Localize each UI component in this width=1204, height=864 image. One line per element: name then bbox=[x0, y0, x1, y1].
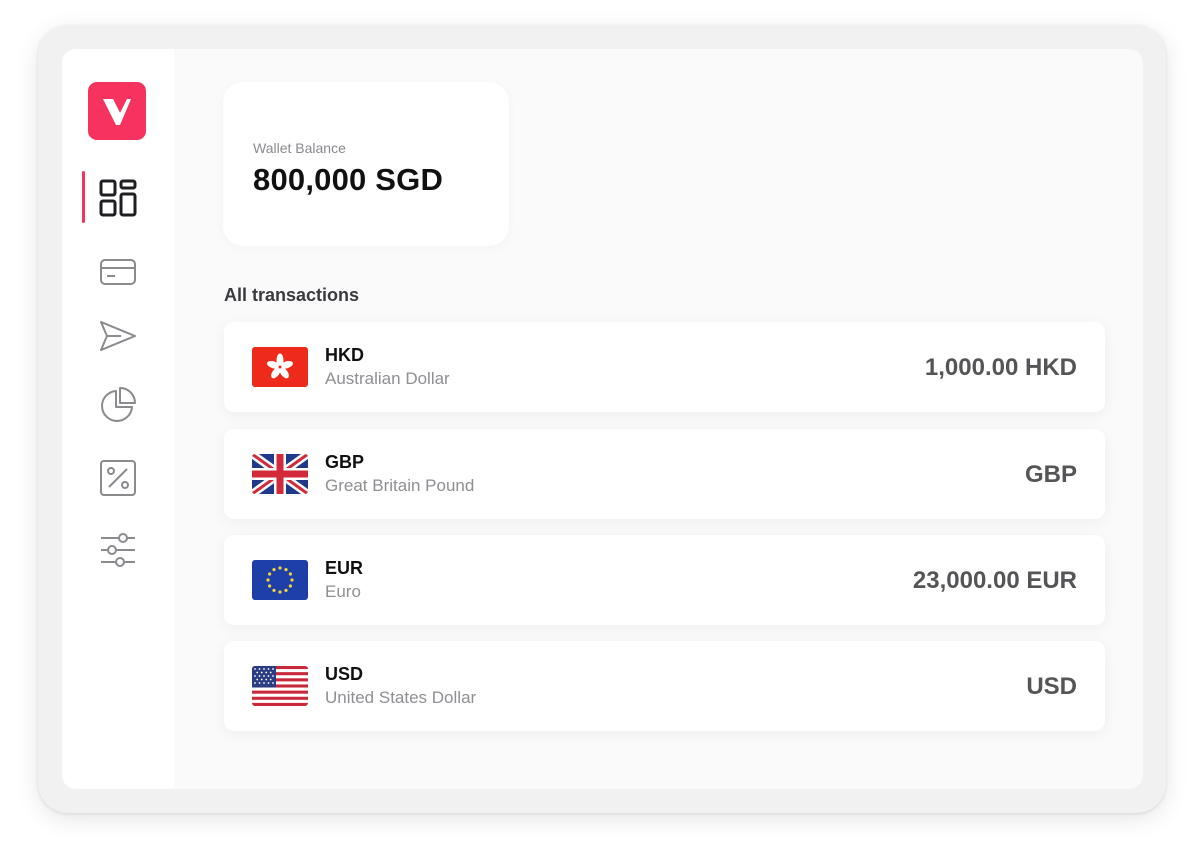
pie-chart-icon bbox=[101, 387, 136, 422]
percent-icon bbox=[100, 460, 136, 496]
currency-name: Great Britain Pound bbox=[325, 476, 475, 495]
nav-analytics[interactable] bbox=[88, 380, 148, 430]
currency-code: USD bbox=[325, 664, 364, 684]
wallet-balance-card: Wallet Balance 800,000 SGD bbox=[223, 82, 509, 246]
app-logo[interactable] bbox=[88, 82, 146, 140]
app-window: Wallet Balance 800,000 SGD All transacti… bbox=[62, 49, 1143, 789]
logo-icon bbox=[103, 99, 131, 125]
currency-code: HKD bbox=[325, 345, 364, 365]
transaction-row[interactable]: EUR Euro 23,000.00 EUR bbox=[224, 535, 1105, 625]
nav-dashboard[interactable] bbox=[88, 173, 148, 223]
nav-send[interactable] bbox=[88, 311, 148, 361]
transaction-amount: 1,000.00 HKD bbox=[924, 354, 1077, 381]
send-icon bbox=[100, 321, 136, 351]
nav-cards[interactable] bbox=[88, 247, 148, 297]
transaction-amount: USD bbox=[1026, 673, 1077, 700]
wallet-balance-value: 800,000 SGD bbox=[253, 162, 444, 197]
transaction-amount: 23,000.00 EUR bbox=[912, 567, 1077, 594]
transaction-row[interactable]: USD United States Dollar USD bbox=[224, 641, 1105, 731]
wallet-balance-label: Wallet Balance bbox=[253, 140, 346, 156]
transaction-row[interactable]: HKD Australian Dollar 1,000.00 HKD bbox=[224, 322, 1105, 412]
gb-flag-icon bbox=[252, 454, 308, 494]
card-icon bbox=[100, 259, 136, 285]
dashboard-icon bbox=[99, 179, 137, 217]
currency-code: EUR bbox=[325, 558, 364, 578]
nav-discounts[interactable] bbox=[88, 453, 148, 503]
transactions-heading: All transactions bbox=[224, 285, 360, 305]
currency-name: United States Dollar bbox=[325, 688, 477, 707]
sidebar bbox=[62, 49, 174, 789]
currency-name: Australian Dollar bbox=[325, 369, 450, 388]
eu-flag-icon bbox=[252, 560, 308, 600]
nav-settings[interactable] bbox=[88, 525, 148, 575]
currency-code: GBP bbox=[325, 452, 365, 472]
active-nav-indicator bbox=[82, 171, 85, 223]
us-flag-icon bbox=[252, 666, 308, 706]
sliders-icon bbox=[101, 533, 135, 567]
hk-flag-icon bbox=[252, 347, 308, 387]
transaction-row[interactable]: GBP Great Britain Pound GBP bbox=[224, 429, 1105, 519]
transaction-amount: GBP bbox=[1024, 461, 1077, 488]
currency-name: Euro bbox=[325, 582, 361, 601]
